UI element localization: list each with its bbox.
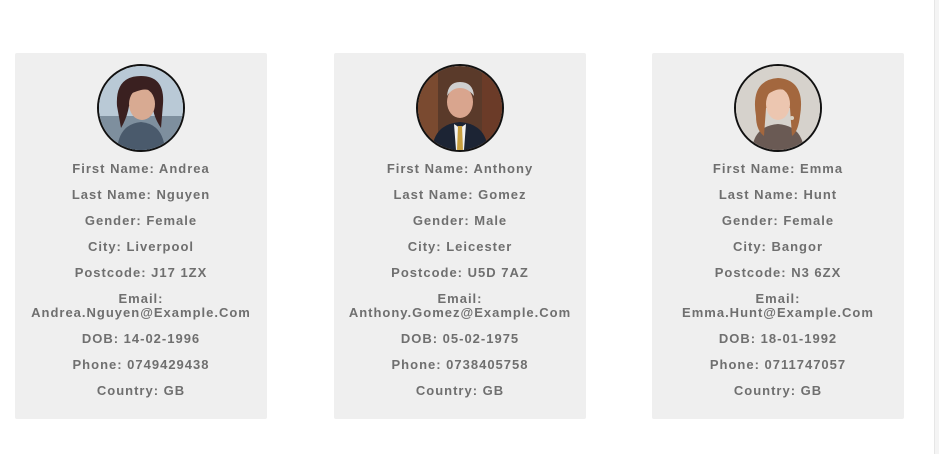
user-card: First Name: Emma Last Name: Hunt Gender:… — [652, 53, 904, 419]
phone: Phone: 0749429438 — [72, 357, 210, 372]
last-name: Last Name: Gomez — [393, 187, 527, 202]
email: Email: Andrea.Nguyen@Example.Com — [21, 292, 261, 320]
country: Country: GB — [96, 383, 186, 398]
country: Country: GB — [733, 383, 823, 398]
user-card: First Name: Andrea Last Name: Nguyen Gen… — [15, 53, 267, 419]
avatar-photo — [99, 66, 183, 150]
country: Country: GB — [415, 383, 505, 398]
email-label: Email: — [437, 291, 483, 306]
page-scrollbar[interactable] — [934, 0, 939, 454]
city: City: Leicester — [407, 239, 513, 254]
avatar-photo — [736, 66, 820, 150]
first-name: First Name: Anthony — [386, 161, 534, 176]
email-label: Email: — [118, 291, 164, 306]
phone: Phone: 0711747057 — [709, 357, 847, 372]
email-value: Andrea.Nguyen@Example.Com — [31, 305, 251, 320]
city: City: Bangor — [733, 239, 823, 254]
dob: DOB: 05-02-1975 — [400, 331, 520, 346]
postcode: Postcode: N3 6ZX — [714, 265, 842, 280]
gender: Gender: Female — [721, 213, 835, 228]
dob: DOB: 18-01-1992 — [718, 331, 838, 346]
email: Email: Anthony.Gomez@Example.Com — [340, 292, 580, 320]
first-name: First Name: Emma — [712, 161, 844, 176]
avatar — [416, 64, 504, 152]
email: Email: Emma.Hunt@Example.Com — [658, 292, 898, 320]
email-label: Email: — [755, 291, 801, 306]
user-card: First Name: Anthony Last Name: Gomez Gen… — [334, 53, 586, 419]
phone: Phone: 0738405758 — [391, 357, 529, 372]
avatar — [734, 64, 822, 152]
city: City: Liverpool — [87, 239, 194, 254]
postcode: Postcode: U5D 7AZ — [391, 265, 529, 280]
avatar — [97, 64, 185, 152]
avatar-photo — [418, 66, 502, 150]
dob: DOB: 14-02-1996 — [81, 331, 201, 346]
gender: Gender: Male — [412, 213, 508, 228]
email-value: Emma.Hunt@Example.Com — [682, 305, 874, 320]
email-value: Anthony.Gomez@Example.Com — [348, 305, 572, 320]
postcode: Postcode: J17 1ZX — [74, 265, 208, 280]
gender: Gender: Female — [84, 213, 198, 228]
last-name: Last Name: Hunt — [718, 187, 838, 202]
first-name: First Name: Andrea — [72, 161, 210, 176]
last-name: Last Name: Nguyen — [71, 187, 211, 202]
